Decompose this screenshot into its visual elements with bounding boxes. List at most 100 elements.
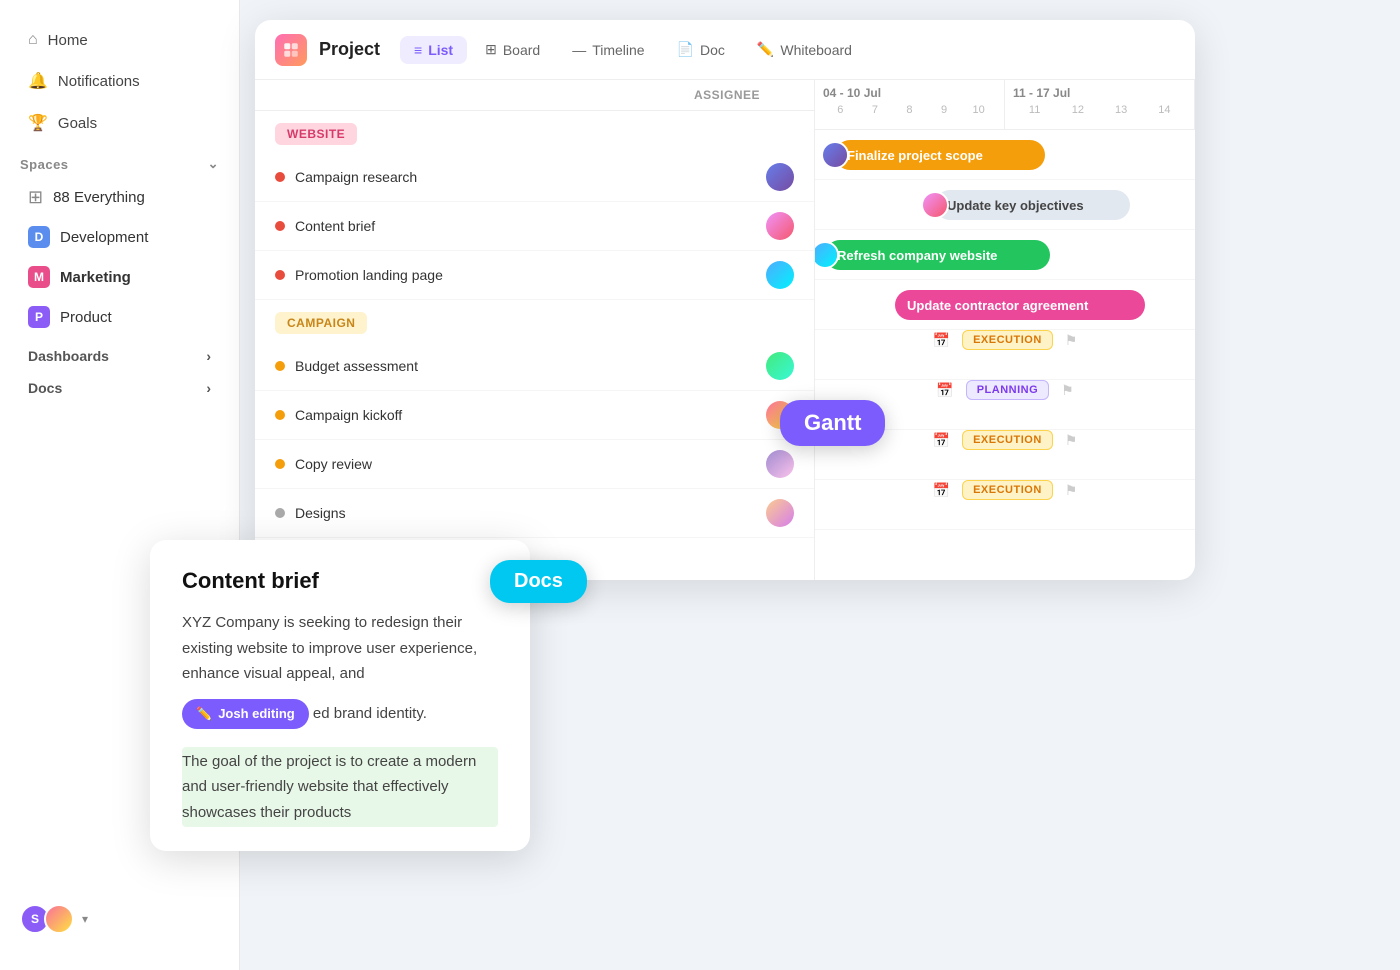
tab-whiteboard-label: Whiteboard (780, 42, 852, 58)
gantt-bar-label-3: Refresh company website (837, 248, 997, 263)
timeline-icon: — (572, 42, 586, 58)
grid-icon: ⊞ (28, 187, 43, 208)
tab-timeline[interactable]: — Timeline (558, 36, 658, 64)
docs-popup: Content brief XYZ Company is seeking to … (150, 540, 530, 851)
table-row[interactable]: Designs (255, 489, 814, 538)
task-dot-red (275, 270, 285, 280)
calendar-icon: 📅 (933, 332, 950, 349)
task-label: Campaign kickoff (295, 407, 402, 423)
docs-body-2: ed brand identity. (313, 705, 427, 722)
board-icon: ⊞ (485, 41, 497, 58)
tab-doc[interactable]: 📄 Doc (663, 35, 739, 64)
sidebar-item-notifications-label: Notifications (58, 73, 140, 90)
gantt-row-4: Update contractor agreement (815, 280, 1195, 330)
topbar: Project ≡ List ⊞ Board — Timeline 📄 Doc … (255, 20, 1195, 80)
gantt-bar-label-4: Update contractor agreement (907, 298, 1088, 313)
sidebar-item-development[interactable]: D Development (8, 218, 231, 256)
task-name: Designs (275, 505, 694, 521)
user-initial: S (31, 912, 39, 926)
task-dot-yellow (275, 459, 285, 469)
docs-popup-body: XYZ Company is seeking to redesign their… (182, 610, 498, 827)
table-row[interactable]: Campaign research (255, 153, 814, 202)
sidebar-item-dashboards[interactable]: Dashboards › (8, 338, 231, 368)
sidebar-item-home[interactable]: ⌂ Home (8, 21, 231, 59)
tab-board[interactable]: ⊞ Board (471, 35, 554, 64)
task-name: Budget assessment (275, 358, 694, 374)
tab-list-label: List (428, 42, 453, 58)
gantt-badge-row-2: 📅 PLANNING ⚑ (815, 380, 1195, 400)
avatar-img (766, 450, 794, 478)
task-name: Campaign research (275, 169, 694, 185)
table-area: ASSIGNEE WEBSITE Campaign research Conte… (255, 80, 1195, 580)
table-row[interactable]: Content brief (255, 202, 814, 251)
gantt-bar-4[interactable]: Update contractor agreement (895, 290, 1145, 320)
project-icon (275, 34, 307, 66)
product-icon: P (28, 306, 50, 328)
home-icon: ⌂ (28, 31, 38, 49)
sidebar-item-product-label: Product (60, 309, 112, 326)
avatar (766, 352, 794, 380)
status-badge-execution-1: EXECUTION (962, 330, 1053, 350)
josh-editing-label: Josh editing (218, 703, 295, 725)
sidebar-item-notifications[interactable]: 🔔 Notifications (8, 61, 231, 101)
task-assignee (694, 261, 794, 289)
gantt-bar-3[interactable]: Refresh company website (825, 240, 1050, 270)
gantt-body: Finalize project scope Update key object… (815, 130, 1195, 580)
gantt-bar-2[interactable]: Update key objectives (935, 190, 1130, 220)
sidebar-item-marketing[interactable]: M Marketing (8, 258, 231, 296)
docs-label-text: Docs (514, 570, 563, 592)
task-name: Content brief (275, 218, 694, 234)
sidebar-item-home-label: Home (48, 32, 88, 49)
table-row[interactable]: Copy review (255, 440, 814, 489)
sidebar-item-docs[interactable]: Docs › (8, 370, 231, 400)
sidebar-bottom: S ▾ (0, 888, 239, 950)
task-assignee (694, 450, 794, 478)
sidebar-item-goals-label: Goals (58, 115, 97, 132)
tab-timeline-label: Timeline (592, 42, 644, 58)
tab-list[interactable]: ≡ List (400, 36, 467, 64)
task-assignee (694, 163, 794, 191)
gantt-bar-label-1: Finalize project scope (847, 148, 983, 163)
project-title: Project (319, 39, 380, 60)
task-dot-yellow (275, 361, 285, 371)
sidebar-item-everything[interactable]: ⊞ 88 Everything (8, 179, 231, 216)
task-assignee (694, 352, 794, 380)
section-label-campaign: CAMPAIGN (255, 300, 814, 342)
tab-whiteboard[interactable]: ✏️ Whiteboard (743, 35, 866, 64)
week-label-2: 11 - 17 Jul (1013, 86, 1186, 100)
sidebar-item-goals[interactable]: 🏆 Goals (8, 103, 231, 143)
table-row[interactable]: Campaign kickoff (255, 391, 814, 440)
gantt-bar-1[interactable]: Finalize project scope (835, 140, 1045, 170)
flag-icon-2: ⚑ (1061, 382, 1074, 399)
user-chevron-icon[interactable]: ▾ (82, 912, 88, 926)
gantt-row-8: 📅 EXECUTION ⚑ (815, 480, 1195, 530)
sidebar-item-product[interactable]: P Product (8, 298, 231, 336)
task-list-header: ASSIGNEE (255, 80, 814, 111)
table-row[interactable]: Promotion landing page (255, 251, 814, 300)
gantt-week-2: 11 - 17 Jul 11 12 13 14 (1005, 80, 1195, 129)
flag-icon-3: ⚑ (1065, 432, 1078, 449)
main-window: Project ≡ List ⊞ Board — Timeline 📄 Doc … (255, 20, 1195, 580)
status-badge-execution-2: EXECUTION (962, 430, 1053, 450)
gantt-days-1: 6 7 8 9 10 (823, 104, 996, 116)
tab-doc-label: Doc (700, 42, 725, 58)
spaces-collapse-icon[interactable]: ⌄ (208, 156, 219, 172)
gantt-floating-label: Gantt (780, 400, 885, 446)
trophy-icon: 🏆 (28, 113, 48, 133)
docs-floating-label: Docs (490, 560, 587, 603)
calendar-icon-4: 📅 (933, 482, 950, 499)
table-row[interactable]: Budget assessment (255, 342, 814, 391)
gantt-row-3: Refresh company website (815, 230, 1195, 280)
sidebar-item-development-label: Development (60, 229, 148, 246)
assignee-header: ASSIGNEE (694, 88, 794, 102)
bell-icon: 🔔 (28, 71, 48, 91)
status-badge-execution-3: EXECUTION (962, 480, 1053, 500)
week-label-1: 04 - 10 Jul (823, 86, 996, 100)
gantt-area: 04 - 10 Jul 6 7 8 9 10 11 - 17 Jul 11 12… (815, 80, 1195, 580)
gantt-week-1: 04 - 10 Jul 6 7 8 9 10 (815, 80, 1005, 129)
spaces-header: Spaces ⌄ (0, 144, 239, 178)
calendar-icon-3: 📅 (933, 432, 950, 449)
dashboards-label: Dashboards (28, 348, 109, 364)
task-dot-red (275, 221, 285, 231)
task-dot-red (275, 172, 285, 182)
